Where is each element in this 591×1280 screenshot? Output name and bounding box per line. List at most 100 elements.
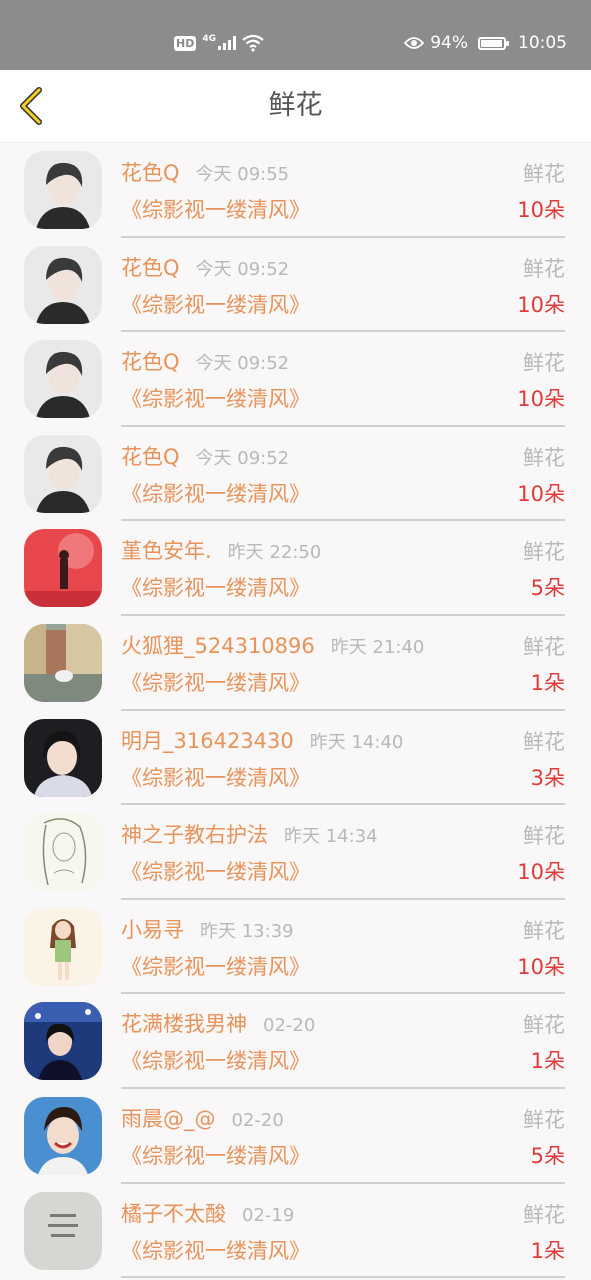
avatar[interactable] xyxy=(24,718,102,797)
gift-time: 今天 09:52 xyxy=(195,447,290,469)
gift-count: 1朵 xyxy=(530,1238,565,1263)
sender-line: 火狐狸_524310896 昨天 21:40 xyxy=(121,630,424,660)
nav-header: 鲜花 xyxy=(0,70,591,143)
gift-time: 今天 09:52 xyxy=(195,353,290,375)
gift-count: 10朵 xyxy=(517,860,565,885)
gift-time: 02-20 xyxy=(263,1015,316,1037)
sender-name[interactable]: 小易寻 xyxy=(121,914,184,944)
page-title: 鲜花 xyxy=(268,90,323,121)
signal-icon xyxy=(218,36,236,50)
list-item[interactable]: 雨晨@_@ 02-20 鲜花 《综影视一缕清风》 5朵 xyxy=(0,1089,591,1184)
status-left: HD 4G xyxy=(174,32,264,54)
book-title[interactable]: 《综影视一缕清风》 xyxy=(121,762,310,792)
gift-count: 1朵 xyxy=(530,670,565,695)
sender-line: 花色Q 今天 09:55 xyxy=(121,157,289,187)
list-item[interactable]: 花色Q 今天 09:55 鲜花 《综影视一缕清风》 10朵 xyxy=(0,143,591,238)
sender-line: 花色Q 今天 09:52 xyxy=(121,252,289,282)
hd-badge: HD xyxy=(174,35,197,51)
gift-type: 鲜花 xyxy=(523,824,565,849)
sender-line: 花满楼我男神 02-20 xyxy=(121,1008,315,1038)
gift-time: 02-19 xyxy=(242,1204,295,1226)
sender-line: 橘子不太酸 02-19 xyxy=(121,1198,294,1228)
sender-line: 小易寻 昨天 13:39 xyxy=(121,914,294,944)
gift-time: 今天 09:52 xyxy=(195,258,290,280)
list-item[interactable]: 堇色安年. 昨天 22:50 鲜花 《综影视一缕清风》 5朵 xyxy=(0,521,591,616)
gift-time: 昨天 14:40 xyxy=(309,731,404,753)
book-title[interactable]: 《综影视一缕清风》 xyxy=(121,478,310,508)
gift-type: 鲜花 xyxy=(523,540,565,565)
avatar[interactable] xyxy=(24,813,102,892)
sender-line: 神之子教右护法 昨天 14:34 xyxy=(121,819,378,849)
gift-count: 10朵 xyxy=(517,198,565,222)
book-title[interactable]: 《综影视一缕清风》 xyxy=(121,289,310,319)
list-item[interactable]: 花色Q 今天 09:52 鲜花 《综影视一缕清风》 10朵 xyxy=(0,427,591,522)
gift-count: 5朵 xyxy=(530,1143,565,1168)
gift-type: 鲜花 xyxy=(523,1013,565,1038)
gift-count: 10朵 xyxy=(517,954,565,979)
list-item[interactable]: 花满楼我男神 02-20 鲜花 《综影视一缕清风》 1朵 xyxy=(0,994,591,1089)
gift-type: 鲜花 xyxy=(523,351,565,376)
book-title[interactable]: 《综影视一缕清风》 xyxy=(121,194,310,224)
clock: 10:05 xyxy=(518,33,567,53)
avatar[interactable] xyxy=(24,623,102,702)
book-title[interactable]: 《综影视一缕清风》 xyxy=(121,667,310,697)
gift-count: 5朵 xyxy=(530,576,565,601)
gift-time: 昨天 13:39 xyxy=(200,920,294,942)
avatar[interactable] xyxy=(24,151,102,229)
gift-count: 3朵 xyxy=(530,765,565,790)
status-bar: HD 4G 94% 10:05 xyxy=(0,0,591,70)
book-title[interactable]: 《综影视一缕清风》 xyxy=(121,856,310,886)
gift-time: 今天 09:55 xyxy=(195,164,290,185)
sender-name[interactable]: 神之子教右护法 xyxy=(121,819,268,849)
gift-count: 10朵 xyxy=(517,292,565,317)
sender-name[interactable]: 明月_316423430 xyxy=(121,725,294,755)
divider xyxy=(121,1276,565,1279)
sender-line: 明月_316423430 昨天 14:40 xyxy=(121,725,403,755)
gift-type: 鲜花 xyxy=(523,1107,565,1132)
sender-line: 雨晨@_@ 02-20 xyxy=(121,1103,284,1133)
sender-name[interactable]: 堇色安年. xyxy=(121,535,212,565)
avatar[interactable] xyxy=(24,529,102,608)
list-item[interactable]: 橘子不太酸 02-19 鲜花 《综影视一缕清风》 1朵 xyxy=(0,1184,591,1279)
sender-name[interactable]: 花满楼我男神 xyxy=(121,1008,247,1038)
gift-count: 1朵 xyxy=(530,1049,565,1074)
gift-time: 昨天 14:34 xyxy=(284,826,378,848)
list-item[interactable]: 明月_316423430 昨天 14:40 鲜花 《综影视一缕清风》 3朵 xyxy=(0,711,591,806)
avatar[interactable] xyxy=(24,340,102,419)
sender-name[interactable]: 雨晨@_@ xyxy=(121,1103,216,1133)
wifi-icon xyxy=(242,34,264,52)
avatar[interactable] xyxy=(24,1002,102,1081)
gift-count: 10朵 xyxy=(517,387,565,412)
list-item[interactable]: 花色Q 今天 09:52 鲜花 《综影视一缕清风》 10朵 xyxy=(0,332,591,427)
gift-type: 鲜花 xyxy=(523,445,565,470)
book-title[interactable]: 《综影视一缕清风》 xyxy=(121,1045,310,1075)
gift-type: 鲜花 xyxy=(523,729,565,754)
list-item[interactable]: 火狐狸_524310896 昨天 21:40 鲜花 《综影视一缕清风》 1朵 xyxy=(0,616,591,711)
list-item[interactable]: 花色Q 今天 09:52 鲜花 《综影视一缕清风》 10朵 xyxy=(0,238,591,333)
list-item[interactable]: 神之子教右护法 昨天 14:34 鲜花 《综影视一缕清风》 10朵 xyxy=(0,805,591,900)
avatar[interactable] xyxy=(24,434,102,513)
book-title[interactable]: 《综影视一缕清风》 xyxy=(121,572,310,602)
sender-name[interactable]: 花色Q xyxy=(121,157,180,187)
gift-time: 昨天 22:50 xyxy=(227,542,322,564)
sender-name[interactable]: 花色Q xyxy=(121,441,180,471)
avatar[interactable] xyxy=(24,1096,102,1175)
sender-line: 堇色安年. 昨天 22:50 xyxy=(121,535,321,565)
book-title[interactable]: 《综影视一缕清风》 xyxy=(121,383,310,413)
sender-name[interactable]: 火狐狸_524310896 xyxy=(121,630,315,660)
book-title[interactable]: 《综影视一缕清风》 xyxy=(121,1235,310,1265)
gift-type: 鲜花 xyxy=(523,256,565,281)
avatar[interactable] xyxy=(24,245,102,324)
avatar[interactable] xyxy=(24,1191,102,1270)
status-right: 94% 10:05 xyxy=(404,30,567,56)
sender-name[interactable]: 花色Q xyxy=(121,346,180,376)
sender-name[interactable]: 橘子不太酸 xyxy=(121,1198,226,1228)
sender-name[interactable]: 花色Q xyxy=(121,252,180,282)
list-item[interactable]: 小易寻 昨天 13:39 鲜花 《综影视一缕清风》 10朵 xyxy=(0,900,591,995)
gift-type: 鲜花 xyxy=(523,1202,565,1227)
gift-count: 10朵 xyxy=(517,481,565,506)
book-title[interactable]: 《综影视一缕清风》 xyxy=(121,1140,310,1170)
gift-type: 鲜花 xyxy=(523,918,565,943)
avatar[interactable] xyxy=(24,907,102,986)
book-title[interactable]: 《综影视一缕清风》 xyxy=(121,951,310,981)
